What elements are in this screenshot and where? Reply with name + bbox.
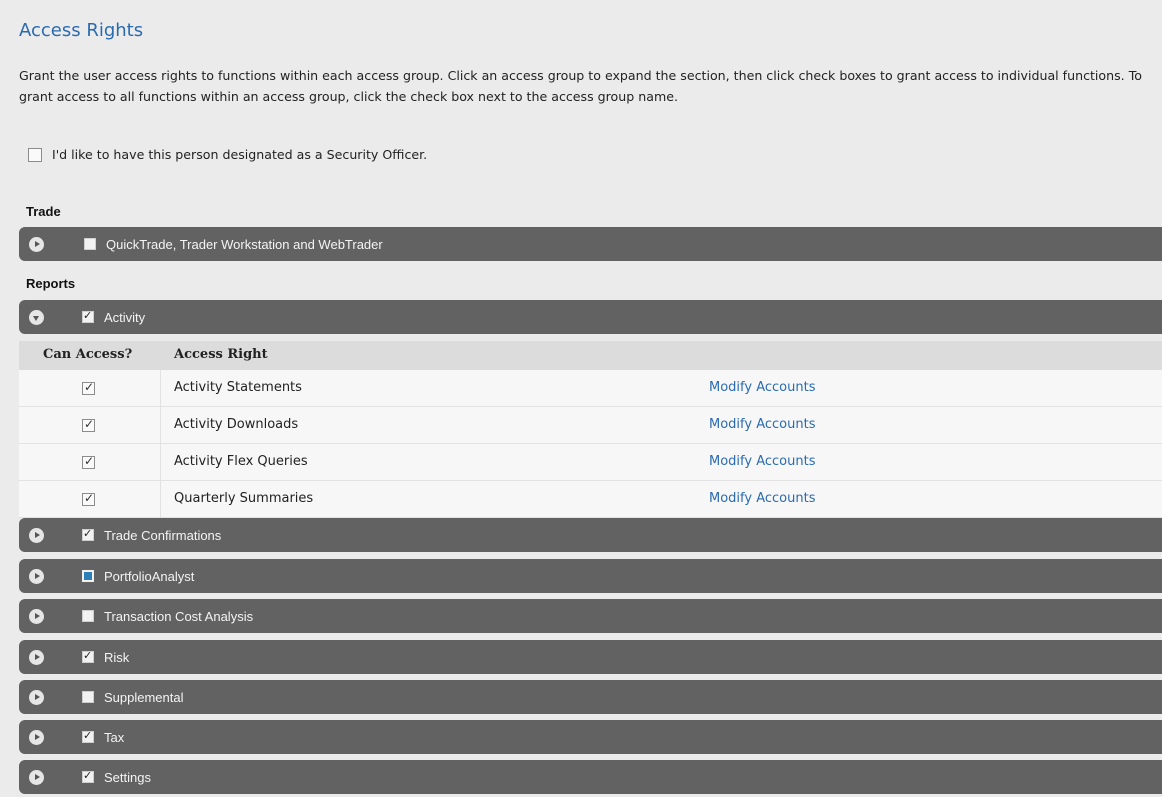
- group-bar-supplemental[interactable]: Supplemental: [19, 680, 1162, 714]
- access-right-name: Activity Flex Queries: [174, 454, 308, 469]
- expand-arrow-icon[interactable]: [29, 608, 44, 624]
- table-row: Activity Downloads Modify Accounts: [19, 407, 1162, 444]
- section-label-reports: Reports: [26, 276, 76, 291]
- expand-arrow-icon[interactable]: [29, 236, 44, 252]
- group-label: Activity: [104, 309, 146, 325]
- modify-accounts-link[interactable]: Modify Accounts: [709, 417, 815, 432]
- access-rights-page: Access Rights Grant the user access righ…: [0, 0, 1162, 797]
- group-label: Tax: [104, 729, 125, 745]
- table-row: Activity Flex Queries Modify Accounts: [19, 444, 1162, 481]
- access-right-name: Activity Downloads: [174, 417, 299, 432]
- group-bar-tax[interactable]: Tax: [19, 720, 1162, 754]
- modify-accounts-link[interactable]: Modify Accounts: [709, 491, 815, 506]
- expand-arrow-icon[interactable]: [29, 689, 44, 705]
- group-bar-settings[interactable]: Settings: [19, 760, 1162, 794]
- access-right-name: Activity Statements: [174, 380, 302, 395]
- group-checkbox[interactable]: [82, 769, 94, 783]
- access-checkbox[interactable]: [82, 491, 95, 506]
- section-label-trade: Trade: [26, 204, 61, 219]
- security-officer-option[interactable]: I'd like to have this person designated …: [28, 147, 427, 162]
- column-header-access-right: Access Right: [174, 347, 268, 362]
- group-label: Settings: [104, 769, 151, 785]
- group-bar-quicktrade[interactable]: QuickTrade, Trader Workstation and WebTr…: [19, 227, 1162, 261]
- security-officer-label: I'd like to have this person designated …: [52, 147, 428, 162]
- column-header-can-access: Can Access?: [43, 347, 133, 362]
- group-bar-transaction-cost-analysis[interactable]: Transaction Cost Analysis: [19, 599, 1162, 633]
- table-row: Quarterly Summaries Modify Accounts: [19, 481, 1162, 518]
- expand-arrow-icon[interactable]: [29, 568, 44, 584]
- group-checkbox[interactable]: [82, 610, 94, 622]
- activity-table-header: Can Access? Access Right: [19, 341, 1162, 370]
- modify-accounts-link[interactable]: Modify Accounts: [709, 380, 815, 395]
- modify-accounts-link[interactable]: Modify Accounts: [709, 454, 815, 469]
- collapse-arrow-icon[interactable]: [29, 309, 44, 325]
- intro-text: Grant the user access rights to function…: [19, 68, 1142, 104]
- expand-arrow-icon[interactable]: [29, 527, 44, 543]
- group-bar-trade-confirmations[interactable]: Trade Confirmations: [19, 518, 1162, 552]
- expand-arrow-icon[interactable]: [29, 769, 44, 785]
- group-checkbox[interactable]: [82, 649, 94, 663]
- group-label: Trade Confirmations: [104, 527, 222, 543]
- table-row: Activity Statements Modify Accounts: [19, 370, 1162, 407]
- page-title: Access Rights: [19, 20, 144, 41]
- group-label: Risk: [104, 649, 130, 665]
- access-right-name: Quarterly Summaries: [174, 491, 314, 506]
- group-checkbox[interactable]: [82, 309, 94, 323]
- group-checkbox[interactable]: [82, 729, 94, 743]
- group-bar-risk[interactable]: Risk: [19, 640, 1162, 674]
- group-label: Transaction Cost Analysis: [104, 608, 254, 624]
- access-checkbox[interactable]: [82, 454, 95, 469]
- group-bar-activity[interactable]: Activity: [19, 300, 1162, 334]
- group-checkbox[interactable]: [82, 691, 94, 703]
- group-label: QuickTrade, Trader Workstation and WebTr…: [106, 236, 383, 252]
- expand-arrow-icon[interactable]: [29, 649, 44, 665]
- group-checkbox[interactable]: [84, 238, 96, 250]
- expand-arrow-icon[interactable]: [29, 729, 44, 745]
- group-label: Supplemental: [104, 689, 184, 705]
- group-label: PortfolioAnalyst: [104, 568, 195, 584]
- access-checkbox[interactable]: [82, 380, 95, 395]
- group-bar-portfolioanalyst[interactable]: PortfolioAnalyst: [19, 559, 1162, 593]
- access-checkbox[interactable]: [82, 417, 95, 432]
- group-checkbox[interactable]: [82, 527, 94, 541]
- security-officer-checkbox[interactable]: [28, 147, 42, 162]
- group-checkbox[interactable]: [82, 570, 94, 582]
